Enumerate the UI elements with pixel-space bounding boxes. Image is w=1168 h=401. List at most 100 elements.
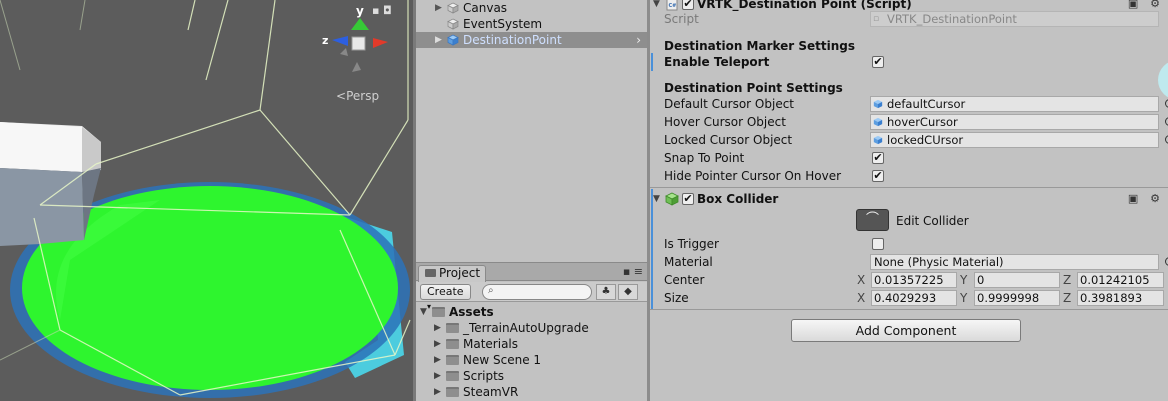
box-collider-header[interactable]: ▼ ✔ Box Collider ▣ ⚙: [650, 190, 1168, 208]
prefab-cube-icon: [873, 135, 883, 145]
hierarchy-item-selected[interactable]: ▶ DestinationPoint ›: [416, 32, 647, 48]
component-divider: [650, 309, 1168, 310]
prefab-cube-icon: [873, 117, 883, 127]
filter-by-type-icon[interactable]: ♣: [596, 284, 616, 300]
folder-icon: [446, 371, 459, 381]
expand-triangle-icon[interactable]: ▶: [434, 320, 441, 336]
is-trigger-checkbox[interactable]: [872, 238, 884, 250]
is-trigger-label: Is Trigger: [664, 237, 719, 251]
script-label: Script: [664, 12, 699, 26]
script-asset-icon: ▫: [873, 14, 880, 24]
gameobject-cube-icon: [447, 18, 459, 30]
prefab-cube-icon: [447, 34, 459, 46]
hierarchy-item[interactable]: EventSystem: [416, 16, 647, 32]
folder-icon: [446, 355, 459, 365]
scene-view[interactable]: ▪ ◘ y z <Persp: [0, 0, 413, 401]
modified-indicator: [651, 53, 653, 71]
expand-triangle-icon[interactable]: ▶: [434, 384, 441, 400]
snap-to-point-label: Snap To Point: [664, 151, 745, 165]
edit-collider-button[interactable]: ⌒: [856, 209, 889, 231]
scene-lock-icon[interactable]: ▪ ◘: [372, 4, 392, 17]
project-folder[interactable]: ▶ New Scene 1: [416, 352, 647, 368]
panel-menu-icon[interactable]: ▪ ≡: [623, 265, 643, 278]
project-toolbar: Create ▾ ⌕ ♣ ◆: [416, 282, 647, 311]
project-folder[interactable]: ▶ SteamVR: [416, 384, 647, 400]
size-row: Size X 0.4029293 Y 0.9999998 Z 0.3981893: [664, 289, 1164, 307]
material-label: Material: [664, 255, 713, 269]
component-enabled-checkbox[interactable]: ✔: [682, 0, 694, 10]
hover-cursor-label: Hover Cursor Object: [664, 115, 786, 129]
snap-to-point-checkbox[interactable]: ✔: [872, 152, 884, 164]
snap-to-point-row: Snap To Point ✔: [664, 149, 1164, 167]
material-row: Material None (Physic Material): [664, 253, 1168, 271]
enable-teleport-label: Enable Teleport: [664, 55, 770, 69]
svg-text:C#: C#: [669, 3, 677, 9]
hierarchy-item-label: EventSystem: [463, 17, 543, 31]
folder-icon: [425, 269, 436, 277]
gizmo-y-label: y: [356, 4, 364, 18]
hierarchy-item-label: DestinationPoint: [463, 33, 562, 47]
prefab-cube-icon: [873, 99, 883, 109]
create-button[interactable]: Create ▾: [420, 284, 471, 311]
component-title: Box Collider: [697, 192, 779, 206]
component-enabled-checkbox[interactable]: ✔: [682, 193, 694, 205]
search-icon: ⌕: [488, 285, 494, 296]
folder-icon: [432, 307, 445, 317]
project-root-assets[interactable]: ▼ Assets: [416, 304, 647, 320]
enable-teleport-row: Enable Teleport ✔: [664, 53, 1164, 71]
default-cursor-label: Default Cursor Object: [664, 97, 795, 111]
expand-triangle-icon[interactable]: ▶: [435, 0, 442, 16]
expand-triangle-icon[interactable]: ▶: [434, 368, 441, 384]
center-label: Center: [664, 273, 705, 287]
project-folder[interactable]: ▶ _TerrainAutoUpgrade: [416, 320, 647, 336]
edit-collider-icon: ⌒: [865, 212, 879, 227]
size-label: Size: [664, 291, 689, 305]
hierarchy-item[interactable]: ▶ Canvas: [416, 0, 647, 16]
scene-canvas[interactable]: [0, 0, 413, 401]
hide-pointer-checkbox[interactable]: ✔: [872, 170, 884, 182]
folder-icon: [446, 323, 459, 333]
inspector-panel: ▼ C# ✔ VRTK_Destination Point (Script) ▣…: [650, 0, 1168, 401]
expand-triangle-icon[interactable]: ▶: [435, 32, 442, 48]
is-trigger-row: Is Trigger: [664, 235, 1164, 253]
fold-triangle-icon[interactable]: ▼: [653, 0, 660, 13]
folder-icon: [446, 339, 459, 349]
project-folder[interactable]: ▶ Materials: [416, 336, 647, 352]
fold-triangle-icon[interactable]: ▼: [653, 190, 660, 208]
hover-cursor-row: Hover Cursor Object hoverCursor: [664, 113, 1168, 131]
script-row: Script ▫ VRTK_DestinationPoint: [664, 10, 1164, 28]
hide-pointer-label: Hide Pointer Cursor On Hover: [664, 169, 842, 183]
material-field[interactable]: None (Physic Material): [870, 254, 1159, 270]
project-tabbar: Project ▪ ≡: [416, 263, 647, 282]
component-divider: [650, 187, 1168, 188]
hierarchy-panel: ▶ Canvas EventSystem ▶ DestinationPoint …: [416, 0, 647, 262]
search-input[interactable]: ⌕: [482, 284, 592, 300]
filter-by-label-icon[interactable]: ◆: [618, 284, 638, 300]
default-cursor-field[interactable]: defaultCursor: [870, 96, 1159, 112]
component-settings-icon[interactable]: ▣ ⚙: [1128, 190, 1164, 208]
gameobject-cube-icon: [447, 2, 459, 14]
locked-cursor-field[interactable]: lockedCUrsor: [870, 132, 1159, 148]
center-row: Center X 0.01357225 Y0 Z 0.01242105: [664, 271, 1164, 289]
expand-triangle-icon[interactable]: ▶: [434, 336, 441, 352]
box-collider-icon: [665, 192, 679, 206]
script-field: ▫ VRTK_DestinationPoint: [870, 11, 1159, 27]
folder-icon: [446, 387, 459, 397]
persp-toggle[interactable]: <Persp: [336, 89, 379, 103]
edit-collider-label: Edit Collider: [896, 214, 969, 228]
locked-cursor-row: Locked Cursor Object lockedCUrsor: [664, 131, 1168, 149]
persp-icon: <: [336, 89, 347, 103]
expand-triangle-icon[interactable]: ▼: [420, 304, 427, 320]
chevron-right-icon[interactable]: ›: [636, 32, 641, 48]
locked-cursor-label: Locked Cursor Object: [664, 133, 793, 147]
tab-project[interactable]: Project: [418, 265, 486, 282]
add-component-button[interactable]: Add Component: [791, 319, 1021, 342]
project-folder[interactable]: ▶ Scripts: [416, 368, 647, 384]
hierarchy-item-label: Canvas: [463, 1, 508, 15]
hover-cursor-field[interactable]: hoverCursor: [870, 114, 1159, 130]
expand-triangle-icon[interactable]: ▶: [434, 352, 441, 368]
gizmo-z-label: z: [322, 34, 329, 47]
enable-teleport-checkbox[interactable]: ✔: [872, 56, 884, 68]
hide-pointer-row: Hide Pointer Cursor On Hover ✔: [664, 167, 1164, 185]
project-panel: Project ▪ ≡ Create ▾ ⌕ ♣ ◆ ▼ Assets ▶ _T…: [416, 262, 647, 401]
